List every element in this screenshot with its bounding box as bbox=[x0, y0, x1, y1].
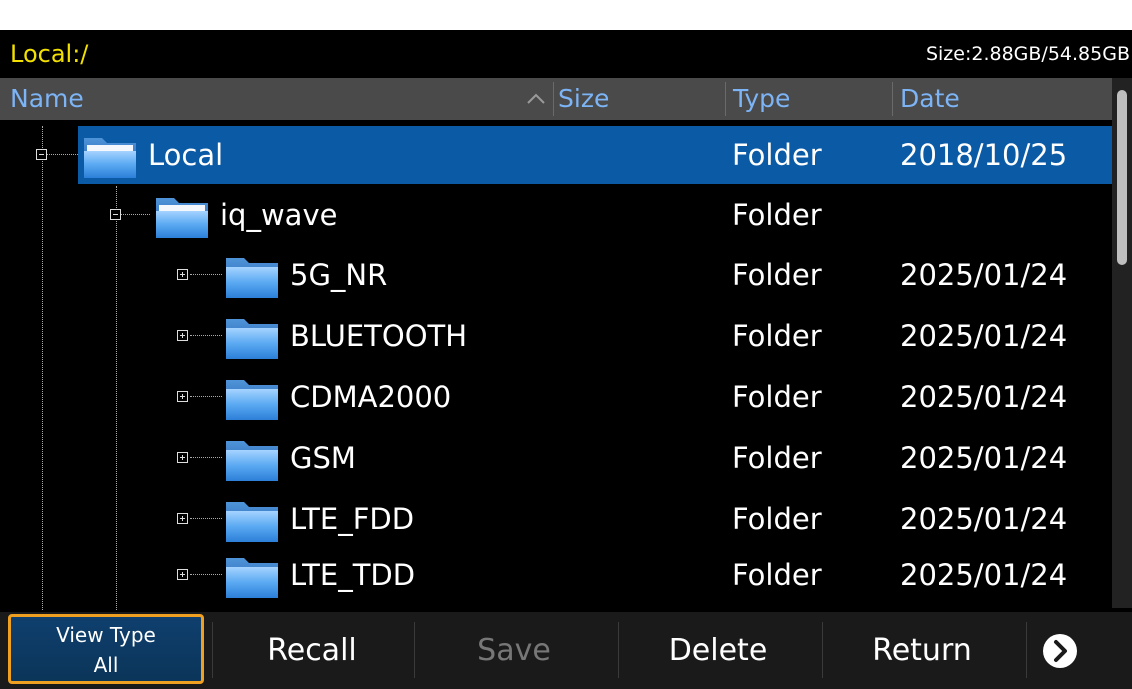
open-folder-icon bbox=[156, 198, 208, 238]
folder-icon bbox=[226, 319, 278, 359]
softkey-bar: View Type All Recall Save Delete Return bbox=[0, 612, 1132, 689]
expand-toggle[interactable] bbox=[177, 391, 188, 402]
tree-row-local[interactable]: Local Folder 2018/10/25 bbox=[0, 126, 1112, 186]
tree-connector bbox=[190, 274, 222, 275]
row-date: 2018/10/25 bbox=[900, 138, 1068, 172]
row-type: Folder bbox=[732, 441, 822, 475]
file-tree: Local Folder 2018/10/25 iq_wave Folder 5… bbox=[0, 126, 1112, 610]
row-name: GSM bbox=[290, 441, 356, 475]
row-date: 2025/01/24 bbox=[900, 319, 1068, 353]
scrollbar-thumb[interactable] bbox=[1117, 90, 1127, 265]
folder-icon bbox=[226, 558, 278, 598]
row-type: Folder bbox=[732, 258, 822, 292]
save-button[interactable]: Save bbox=[414, 612, 614, 689]
folder-icon bbox=[226, 441, 278, 481]
delete-button[interactable]: Delete bbox=[618, 612, 818, 689]
tree-connector bbox=[190, 396, 222, 397]
column-separator bbox=[553, 82, 554, 116]
expand-toggle[interactable] bbox=[177, 513, 188, 524]
row-date: 2025/01/24 bbox=[900, 258, 1068, 292]
row-date: 2025/01/24 bbox=[900, 502, 1068, 536]
tree-row-5g-nr[interactable]: 5G_NR Folder 2025/01/24 bbox=[0, 246, 1112, 306]
column-header-size[interactable]: Size bbox=[558, 78, 609, 120]
collapse-toggle[interactable] bbox=[36, 149, 47, 160]
view-type-label: View Type bbox=[56, 623, 156, 647]
tree-connector bbox=[190, 457, 222, 458]
folder-icon bbox=[226, 502, 278, 542]
tree-row-cdma2000[interactable]: CDMA2000 Folder 2025/01/24 bbox=[0, 368, 1112, 428]
row-type: Folder bbox=[732, 138, 822, 172]
chevron-right-circle-icon[interactable] bbox=[1042, 633, 1078, 669]
tree-connector bbox=[118, 214, 150, 215]
row-name: iq_wave bbox=[220, 198, 338, 232]
row-name: LTE_FDD bbox=[290, 502, 415, 536]
column-header: Name Size Type Date bbox=[0, 78, 1112, 120]
row-type: Folder bbox=[732, 502, 822, 536]
folder-icon bbox=[224, 604, 280, 610]
vertical-scrollbar[interactable] bbox=[1112, 78, 1132, 608]
collapse-toggle[interactable] bbox=[110, 209, 121, 220]
row-date: 2025/01/24 bbox=[900, 558, 1068, 592]
tree-row-gsm[interactable]: GSM Folder 2025/01/24 bbox=[0, 429, 1112, 489]
current-path: Local:/ bbox=[10, 40, 89, 68]
expand-toggle[interactable] bbox=[177, 452, 188, 463]
tree-row-lte-fdd[interactable]: LTE_FDD Folder 2025/01/24 bbox=[0, 490, 1112, 550]
row-type: Folder bbox=[732, 380, 822, 414]
column-header-name[interactable]: Name bbox=[10, 78, 84, 120]
column-separator bbox=[725, 82, 726, 116]
tree-row-lte-tdd[interactable]: LTE_TDD Folder 2025/01/24 bbox=[0, 546, 1112, 606]
column-separator bbox=[892, 82, 893, 116]
tree-connector bbox=[44, 154, 78, 155]
path-bar: Local:/ Size:2.88GB/54.85GB bbox=[0, 30, 1132, 78]
view-type-button[interactable]: View Type All bbox=[8, 614, 204, 684]
softkey-divider bbox=[1026, 622, 1027, 678]
tree-connector bbox=[190, 335, 222, 336]
return-button[interactable]: Return bbox=[822, 612, 1022, 689]
folder-icon bbox=[226, 258, 278, 298]
column-header-date[interactable]: Date bbox=[900, 78, 960, 120]
tree-connector bbox=[190, 574, 222, 575]
row-name: Local bbox=[148, 138, 224, 172]
sort-ascending-icon[interactable] bbox=[524, 86, 548, 110]
row-name: CDMA2000 bbox=[290, 380, 452, 414]
row-name: BLUETOOTH bbox=[290, 319, 468, 353]
expand-toggle[interactable] bbox=[177, 269, 188, 280]
storage-size-info: Size:2.88GB/54.85GB bbox=[925, 43, 1130, 65]
row-type: Folder bbox=[732, 319, 822, 353]
tree-connector bbox=[190, 518, 222, 519]
row-name: 5G_NR bbox=[290, 258, 388, 292]
expand-toggle[interactable] bbox=[177, 330, 188, 341]
column-header-type[interactable]: Type bbox=[733, 78, 790, 120]
row-type: Folder bbox=[732, 558, 822, 592]
view-type-value: All bbox=[93, 653, 119, 677]
recall-button[interactable]: Recall bbox=[212, 612, 412, 689]
row-name: LTE_TDD bbox=[290, 558, 416, 592]
expand-toggle[interactable] bbox=[177, 569, 188, 580]
row-type: Folder bbox=[732, 198, 822, 232]
open-folder-icon bbox=[84, 138, 136, 178]
row-date: 2025/01/24 bbox=[900, 380, 1068, 414]
folder-icon bbox=[226, 380, 278, 420]
tree-row-bluetooth[interactable]: BLUETOOTH Folder 2025/01/24 bbox=[0, 307, 1112, 367]
row-date: 2025/01/24 bbox=[900, 441, 1068, 475]
tree-row-iq-wave[interactable]: iq_wave Folder bbox=[0, 186, 1112, 246]
